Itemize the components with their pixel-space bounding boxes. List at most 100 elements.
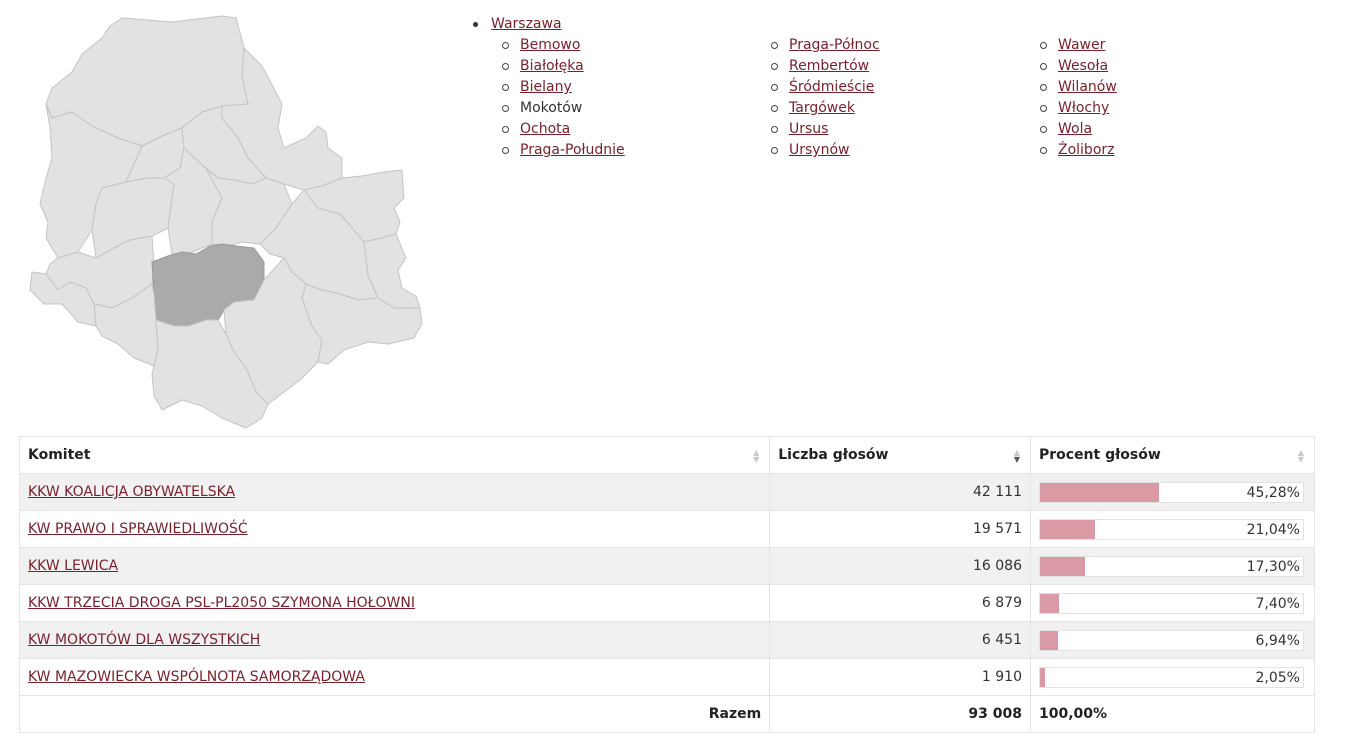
circle-bullet-icon [1040, 63, 1047, 70]
list-item: Praga-Południe [502, 140, 771, 161]
total-votes: 93 008 [769, 695, 1031, 733]
percent-value: 21,04% [1246, 521, 1300, 538]
circle-bullet-icon [1040, 84, 1047, 91]
circle-bullet-icon [502, 42, 509, 49]
votes-cell: 6 451 [769, 621, 1031, 659]
circle-bullet-icon [502, 126, 509, 133]
circle-bullet-icon [771, 126, 778, 133]
table-header-row: Komitet ▲ ▼ Liczba głosów ▲ ▼ Procent głos… [18, 436, 1316, 474]
column-header-label: Liczba głosów [778, 447, 889, 463]
list-item: Włochy [1040, 98, 1309, 119]
nav-link-rembertow[interactable]: Rembertów [789, 56, 869, 77]
list-item: Bemowo [502, 35, 771, 56]
circle-bullet-icon [771, 42, 778, 49]
circle-bullet-icon [502, 84, 509, 91]
district-column-3: Wawer Wesoła Wilanów Włochy Wola Żolibor… [1040, 35, 1309, 161]
percent-bar-fill [1039, 556, 1086, 576]
list-item: Ursynów [771, 140, 1040, 161]
percent-cell: 21,04% [1029, 510, 1316, 548]
percent-bar-fill [1039, 593, 1060, 613]
nav-link-wesola[interactable]: Wesoła [1058, 56, 1108, 77]
list-item: Ursus [771, 119, 1040, 140]
percent-bar: 17,30% [1038, 555, 1304, 577]
percent-cell: 7,40% [1029, 584, 1316, 622]
nav-link-ursynow[interactable]: Ursynów [789, 140, 849, 161]
list-item: Praga-Północ [771, 35, 1040, 56]
nav-link-wlochy[interactable]: Włochy [1058, 98, 1109, 119]
committee-link[interactable]: KKW TRZECIA DROGA PSL-PL2050 SZYMONA HOŁ… [28, 595, 415, 611]
percent-bar: 2,05% [1038, 666, 1304, 688]
committee-link[interactable]: KW PRAWO I SPRAWIEDLIWOŚĆ [28, 521, 248, 537]
circle-bullet-icon [771, 63, 778, 70]
votes-cell: 42 111 [769, 473, 1031, 511]
committee-link[interactable]: KKW LEWICA [28, 558, 118, 574]
circle-bullet-icon [502, 105, 509, 112]
committee-link[interactable]: KW MOKOTÓW DLA WSZYSTKICH [28, 632, 260, 648]
percent-cell: 45,28% [1029, 473, 1316, 511]
circle-bullet-icon [1040, 126, 1047, 133]
circle-bullet-icon [1040, 42, 1047, 49]
circle-bullet-icon [502, 63, 509, 70]
results-table: Komitet ▲ ▼ Liczba głosów ▲ ▼ Procent głos… [18, 436, 1316, 733]
list-item: Wola [1040, 119, 1309, 140]
district-column-2: Praga-Północ Rembertów Śródmieście Targó… [771, 35, 1040, 161]
list-item: Mokotów [502, 98, 771, 119]
list-item: Śródmieście [771, 77, 1040, 98]
percent-bar-fill [1039, 630, 1059, 650]
table-footer-row: Razem 93 008 100,00% [18, 695, 1316, 733]
nav-link-praga-polnoc[interactable]: Praga-Północ [789, 35, 880, 56]
percent-cell: 6,94% [1029, 621, 1316, 659]
column-header-percent[interactable]: Procent głosów ▲ ▼ [1029, 436, 1316, 474]
percent-value: 45,28% [1246, 484, 1300, 501]
circle-bullet-icon [771, 147, 778, 154]
percent-bar: 7,40% [1038, 592, 1304, 614]
district-map [29, 15, 423, 429]
committee-cell: KKW LEWICA [18, 547, 771, 585]
table-row: KW MOKOTÓW DLA WSZYSTKICH 6 451 6,94% [18, 621, 1316, 659]
district-column-1: Bemowo Białołęka Bielany Mokotów Ochota … [502, 35, 771, 161]
list-item: Wesoła [1040, 56, 1309, 77]
nav-link-bielany[interactable]: Bielany [520, 77, 572, 98]
total-label: Razem [18, 695, 771, 733]
committee-link[interactable]: KW MAZOWIECKA WSPÓLNOTA SAMORZĄDOWA [28, 669, 365, 685]
committee-cell: KW PRAWO I SPRAWIEDLIWOŚĆ [18, 510, 771, 548]
column-header-votes[interactable]: Liczba głosów ▲ ▼ [769, 436, 1031, 474]
percent-value: 2,05% [1255, 669, 1300, 686]
bullet-icon [473, 22, 478, 27]
percent-bar-fill [1039, 482, 1160, 502]
percent-cell: 2,05% [1029, 658, 1316, 696]
district-nav: Warszawa Bemowo Białołęka Bielany Mokotó… [470, 14, 1309, 161]
committee-link[interactable]: KKW KOALICJA OBYWATELSKA [28, 484, 235, 500]
column-header-committee[interactable]: Komitet ▲ ▼ [18, 436, 771, 474]
nav-link-ochota[interactable]: Ochota [520, 119, 570, 140]
votes-cell: 1 910 [769, 658, 1031, 696]
percent-bar-fill [1039, 667, 1046, 687]
list-item: Targówek [771, 98, 1040, 119]
votes-cell: 16 086 [769, 547, 1031, 585]
nav-link-wawer[interactable]: Wawer [1058, 35, 1105, 56]
percent-value: 6,94% [1255, 632, 1300, 649]
list-item: Wawer [1040, 35, 1309, 56]
percent-cell: 17,30% [1029, 547, 1316, 585]
nav-link-bialoleka[interactable]: Białołęka [520, 56, 584, 77]
table-row: KKW LEWICA 16 086 17,30% [18, 547, 1316, 585]
percent-bar: 45,28% [1038, 481, 1304, 503]
column-header-label: Procent głosów [1038, 447, 1161, 463]
committee-cell: KKW KOALICJA OBYWATELSKA [18, 473, 771, 511]
nav-link-wilanow[interactable]: Wilanów [1058, 77, 1117, 98]
percent-value: 17,30% [1246, 558, 1300, 575]
nav-link-warszawa[interactable]: Warszawa [491, 14, 562, 35]
nav-link-ursus[interactable]: Ursus [789, 119, 828, 140]
percent-bar: 21,04% [1038, 518, 1304, 540]
nav-link-targowek[interactable]: Targówek [789, 98, 855, 119]
table-row: KKW TRZECIA DROGA PSL-PL2050 SZYMONA HOŁ… [18, 584, 1316, 622]
percent-bar-fill [1039, 519, 1096, 539]
nav-link-praga-poludnie[interactable]: Praga-Południe [520, 140, 625, 161]
total-percent: 100,00% [1029, 695, 1316, 733]
column-header-label: Komitet [28, 447, 91, 463]
nav-link-bemowo[interactable]: Bemowo [520, 35, 580, 56]
nav-link-zoliborz[interactable]: Żoliborz [1058, 140, 1115, 161]
sort-desc-icon: ▲ ▼ [1013, 448, 1020, 464]
nav-link-wola[interactable]: Wola [1058, 119, 1092, 140]
nav-link-srodmiescie[interactable]: Śródmieście [789, 77, 874, 98]
